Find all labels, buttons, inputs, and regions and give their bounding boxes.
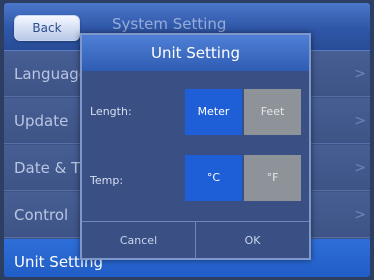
chevron-right-icon: > — [354, 160, 366, 176]
menu-item-label: Language — [14, 65, 89, 83]
menu-item-label: Control — [14, 206, 69, 224]
temp-option-celsius[interactable]: °C — [185, 155, 242, 201]
temp-option-fahrenheit[interactable]: °F — [244, 155, 301, 201]
ok-button[interactable]: OK — [196, 222, 309, 259]
page-title: System Setting — [112, 15, 227, 33]
unit-setting-dialog: Unit Setting Length: Meter Feet Temp: °C… — [80, 33, 311, 260]
dialog-footer: Cancel OK — [82, 221, 309, 259]
menu-item-label: Update — [14, 112, 69, 130]
dialog-title: Unit Setting — [82, 35, 309, 71]
system-setting-screen: Back System Setting Language > Update > … — [4, 3, 370, 277]
cancel-button[interactable]: Cancel — [82, 222, 195, 259]
back-button[interactable]: Back — [14, 15, 80, 41]
chevron-right-icon: > — [354, 66, 366, 82]
temp-label: Temp: — [90, 174, 124, 187]
chevron-right-icon: > — [354, 113, 366, 129]
length-option-meter[interactable]: Meter — [185, 89, 242, 135]
chevron-right-icon: > — [354, 207, 366, 223]
length-label: Length: — [90, 105, 132, 118]
length-option-feet[interactable]: Feet — [244, 89, 301, 135]
